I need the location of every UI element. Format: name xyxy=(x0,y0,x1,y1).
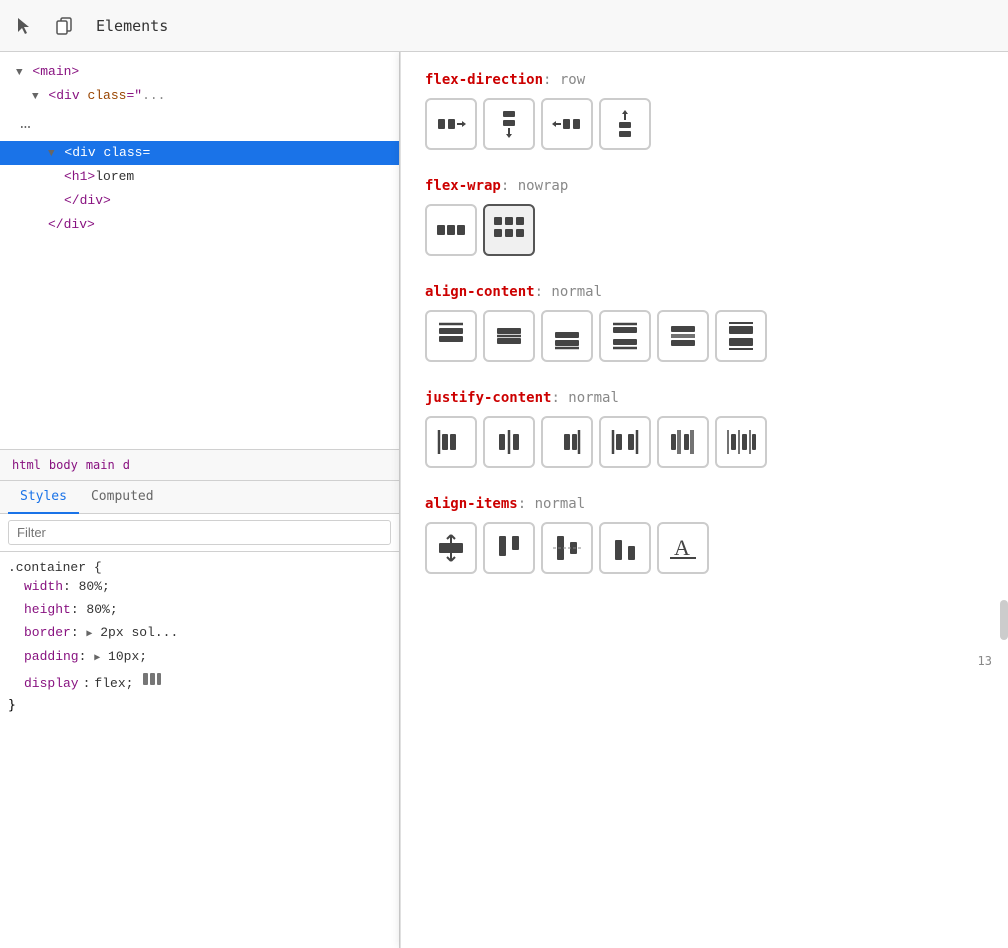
elements-tab-label[interactable]: Elements xyxy=(88,13,176,39)
align-content-buttons xyxy=(425,310,984,362)
ai-center-button[interactable] xyxy=(541,522,593,574)
triangle-div1: ▼ xyxy=(32,91,39,103)
css-rules: .container { width: 80%; height: 80%; bo… xyxy=(0,552,399,948)
align-items-label: align-items: normal xyxy=(425,496,984,512)
tab-computed[interactable]: Computed xyxy=(79,481,166,514)
jc-space-evenly-button[interactable] xyxy=(715,416,767,468)
justify-content-section: justify-content: normal xyxy=(425,390,984,468)
filter-area xyxy=(0,514,399,552)
dots-icon: … xyxy=(16,114,35,134)
css-prop-border[interactable]: border: ▶ 2px sol... xyxy=(8,621,391,644)
tab-styles[interactable]: Styles xyxy=(8,481,79,514)
tree-div2[interactable]: ▼ <div class= xyxy=(0,141,399,165)
breadcrumb-html[interactable]: html xyxy=(8,456,45,474)
bottom-tabs: Styles Computed xyxy=(0,481,399,514)
tree-dots[interactable]: … xyxy=(0,108,399,141)
main-content: ▼ <main> ▼ <div class="... … ▼ <div clas… xyxy=(0,52,1008,948)
flex-direction-section: flex-direction: row xyxy=(425,72,984,150)
tree-div1[interactable]: ▼ <div class="... xyxy=(0,84,399,108)
breadcrumb-body[interactable]: body xyxy=(45,456,82,474)
align-items-section: align-items: normal xyxy=(425,496,984,574)
fd-row-reverse-button[interactable] xyxy=(541,98,593,150)
css-prop-width[interactable]: width: 80%; xyxy=(8,575,391,598)
fw-nowrap-button[interactable] xyxy=(425,204,477,256)
flex-direction-label: flex-direction: row xyxy=(425,72,984,88)
ac-center-button[interactable] xyxy=(483,310,535,362)
fw-wrap-button[interactable] xyxy=(483,204,535,256)
tree-close-div1[interactable]: </div> xyxy=(0,189,399,213)
justify-content-buttons xyxy=(425,416,984,468)
ai-baseline-button[interactable]: A xyxy=(657,522,709,574)
breadcrumb: html body main d xyxy=(0,449,399,481)
scrollbar[interactable] xyxy=(1000,600,1008,640)
align-content-section: align-content: normal xyxy=(425,284,984,362)
tree-close-div2[interactable]: </div> xyxy=(0,213,399,237)
flex-wrap-label: flex-wrap: nowrap xyxy=(425,178,984,194)
flexbox-panel: flex-direction: row xyxy=(400,52,1008,948)
ai-flex-end-button[interactable] xyxy=(599,522,651,574)
jc-end-button[interactable] xyxy=(541,416,593,468)
flex-direction-buttons xyxy=(425,98,984,150)
toolbar: Elements xyxy=(0,0,1008,52)
jc-space-between-button[interactable] xyxy=(599,416,651,468)
triangle-main: ▼ xyxy=(16,67,23,79)
css-rule-container: .container { width: 80%; height: 80%; bo… xyxy=(8,560,391,714)
line-number: 13 xyxy=(978,654,992,668)
triangle-div2: ▼ xyxy=(48,148,55,160)
justify-content-label: justify-content: normal xyxy=(425,390,984,406)
flex-wrap-buttons xyxy=(425,204,984,256)
jc-space-around-button[interactable] xyxy=(657,416,709,468)
css-close-brace: } xyxy=(8,698,391,713)
fd-col-reverse-button[interactable] xyxy=(599,98,651,150)
jc-center-button[interactable] xyxy=(483,416,535,468)
breadcrumb-d[interactable]: d xyxy=(119,456,134,474)
css-selector: .container { xyxy=(8,560,391,575)
fd-column-button[interactable] xyxy=(483,98,535,150)
ac-space-between-button[interactable] xyxy=(599,310,651,362)
flex-wrap-section: flex-wrap: nowrap xyxy=(425,178,984,256)
css-prop-height[interactable]: height: 80%; xyxy=(8,598,391,621)
align-items-buttons: A xyxy=(425,522,984,574)
filter-input[interactable] xyxy=(8,520,391,545)
ai-flex-start-button[interactable] xyxy=(483,522,535,574)
tree-main[interactable]: ▼ <main> xyxy=(0,60,399,84)
flex-display-icon[interactable] xyxy=(141,668,163,698)
ac-start-button[interactable] xyxy=(425,310,477,362)
ac-stretch-button[interactable] xyxy=(715,310,767,362)
cursor-icon[interactable] xyxy=(8,10,40,42)
elements-panel: ▼ <main> ▼ <div class="... … ▼ <div clas… xyxy=(0,52,400,948)
jc-start-button[interactable] xyxy=(425,416,477,468)
html-tree: ▼ <main> ▼ <div class="... … ▼ <div clas… xyxy=(0,52,399,449)
svg-text:A: A xyxy=(674,535,690,560)
css-prop-padding[interactable]: padding: ▶ 10px; xyxy=(8,645,391,668)
fd-row-button[interactable] xyxy=(425,98,477,150)
copy-dom-icon[interactable] xyxy=(48,10,80,42)
breadcrumb-main[interactable]: main xyxy=(82,456,119,474)
align-content-label: align-content: normal xyxy=(425,284,984,300)
ai-stretch-button[interactable] xyxy=(425,522,477,574)
ac-end-button[interactable] xyxy=(541,310,593,362)
tree-h1[interactable]: <h1>lorem xyxy=(0,165,399,189)
ac-space-around-button[interactable] xyxy=(657,310,709,362)
devtools-panel: Elements ▼ <main> ▼ <div class="... … xyxy=(0,0,1008,948)
css-prop-display[interactable]: display: flex; xyxy=(8,668,391,698)
